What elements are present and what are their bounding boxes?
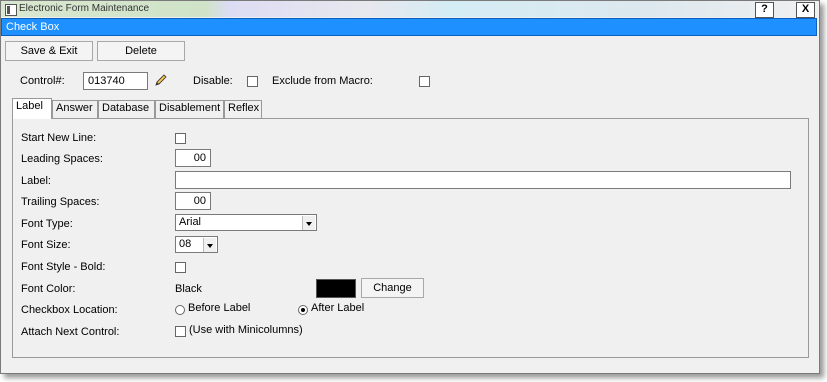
tab-reflex[interactable]: Reflex — [224, 100, 262, 118]
caption-bar: Check Box — [1, 18, 817, 36]
tab-database[interactable]: Database — [98, 100, 155, 118]
before-label-text: Before Label — [188, 302, 251, 314]
font-color-label: Font Color: — [21, 283, 76, 295]
change-color-button[interactable]: Change — [361, 278, 424, 298]
leading-spaces-field[interactable]: 00 — [175, 149, 211, 167]
font-type-label: Font Type: — [21, 218, 73, 230]
close-button[interactable]: X — [796, 2, 815, 18]
window-title: Electronic Form Maintenance — [19, 3, 150, 14]
font-style-bold-label: Font Style - Bold: — [21, 261, 106, 273]
before-label-radio[interactable] — [175, 305, 185, 315]
tab-disablement[interactable]: Disablement — [155, 100, 224, 118]
font-style-bold-checkbox[interactable] — [175, 262, 186, 273]
title-bar: Electronic Form Maintenance ? X — [1, 1, 817, 18]
start-new-line-label: Start New Line: — [21, 132, 97, 144]
disable-label: Disable: — [193, 75, 233, 87]
font-color-swatch — [316, 279, 356, 298]
font-size-select[interactable]: 08 — [175, 236, 218, 253]
exclude-macro-checkbox[interactable] — [419, 76, 430, 87]
window-icon[interactable] — [5, 4, 17, 16]
label-text-field[interactable] — [175, 171, 791, 189]
label-text-label: Label: — [21, 175, 51, 187]
checkbox-location-label: Checkbox Location: — [21, 304, 118, 316]
trailing-spaces-label: Trailing Spaces: — [21, 196, 100, 208]
control-label: Control#: — [20, 75, 65, 87]
attach-next-control-checkbox[interactable] — [175, 326, 186, 337]
after-label-radio[interactable] — [298, 305, 308, 315]
trailing-spaces-field[interactable]: 00 — [175, 192, 211, 210]
exclude-macro-label: Exclude from Macro: — [272, 75, 373, 87]
help-button[interactable]: ? — [755, 2, 774, 18]
font-type-value: Arial — [179, 216, 202, 228]
start-new-line-checkbox[interactable] — [175, 133, 186, 144]
font-type-select[interactable]: Arial — [175, 214, 317, 231]
attach-next-control-hint: (Use with Minicolumns) — [189, 324, 303, 336]
font-color-value: Black — [175, 283, 202, 295]
font-size-label: Font Size: — [21, 239, 71, 251]
toolbar: Save & Exit Delete — [1, 38, 817, 62]
pencil-icon[interactable] — [153, 72, 169, 88]
disable-checkbox[interactable] — [247, 76, 258, 87]
leading-spaces-label: Leading Spaces: — [21, 153, 103, 165]
after-label-text: After Label — [311, 302, 365, 314]
font-size-value: 08 — [179, 238, 192, 250]
chevron-down-icon[interactable] — [302, 216, 315, 230]
label-tab-panel — [12, 118, 809, 358]
chevron-down-icon[interactable] — [203, 238, 216, 252]
delete-button[interactable]: Delete — [97, 41, 185, 61]
tab-label[interactable]: Label — [12, 98, 52, 119]
control-number-field[interactable]: 013740 — [83, 72, 148, 90]
save-exit-button[interactable]: Save & Exit — [5, 41, 93, 61]
caption-text: Check Box — [6, 21, 60, 33]
attach-next-control-label: Attach Next Control: — [21, 326, 120, 338]
tab-answer[interactable]: Answer — [52, 100, 98, 118]
